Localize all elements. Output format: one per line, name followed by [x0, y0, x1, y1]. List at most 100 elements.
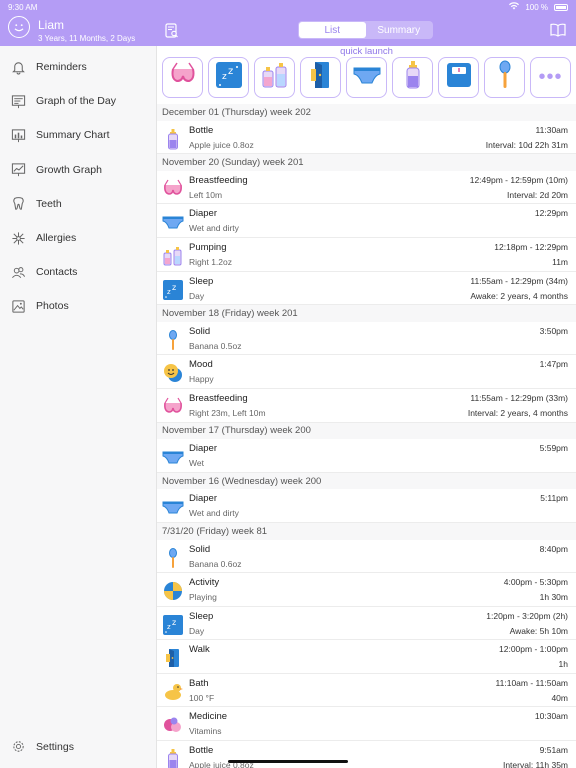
gear-icon: [10, 739, 26, 755]
entry-detail: 100 °F: [189, 692, 215, 703]
entry-title: Bottle: [189, 124, 214, 136]
entry-walk[interactable]: Walk 12:00pm - 1:00pm 1h: [157, 640, 576, 674]
entry-interval: Awake: 2 years, 4 months: [470, 290, 568, 301]
bottle-icon: [397, 59, 429, 96]
entry-diaper[interactable]: Diaper Wet and dirty 12:29pm: [157, 204, 576, 238]
entry-time: 11:30am: [535, 124, 568, 135]
entry-time: 11:55am - 12:29pm (33m): [470, 392, 568, 403]
entry-pumping[interactable]: Pumping Right 1.2oz 12:18pm - 12:29pm 11m: [157, 238, 576, 272]
entry-sleep[interactable]: z z Sleep Day 1:20pm - 3:20pm (2h) Awake: 5h …: [157, 607, 576, 641]
solid-icon: [489, 59, 521, 96]
bottle-icon: [162, 128, 184, 150]
main-panel: quick launch zz ••• December 01 (Thursda…: [157, 46, 576, 768]
sidebar-item-reminders[interactable]: Reminders: [0, 50, 156, 84]
more-icon: •••: [538, 66, 563, 88]
medicine-icon: [162, 714, 184, 736]
entry-title: Solid: [189, 325, 211, 337]
entry-title: Activity: [189, 577, 220, 589]
sidebar-item-graph-of-the-day[interactable]: Graph of the Day: [0, 84, 156, 118]
sidebar-item-teeth[interactable]: Teeth: [0, 187, 156, 221]
notes-search-icon[interactable]: [165, 23, 179, 39]
bath-icon: [162, 681, 184, 703]
sidebar-item-summary-chart[interactable]: Summary Chart: [0, 118, 156, 152]
entry-bottle[interactable]: Bottle Apple juice 0.8oz 9:51am Interval: 1…: [157, 741, 576, 768]
entry-interval: Interval: 11h 35m: [502, 760, 568, 768]
walk-icon: [305, 59, 337, 96]
book-icon[interactable]: [550, 23, 566, 37]
sidebar-item-settings[interactable]: Settings: [0, 730, 157, 764]
quick-diaper-button[interactable]: [346, 57, 387, 98]
quick-more-button[interactable]: •••: [530, 57, 571, 98]
entry-diaper[interactable]: Diaper Wet and dirty 5:11pm: [157, 489, 576, 523]
entry-mood[interactable]: Mood Happy 1:47pm: [157, 355, 576, 389]
growth-graph-icon: [10, 162, 26, 178]
entry-time: 4:00pm - 5:30pm: [503, 577, 568, 588]
quick-solid-button[interactable]: [484, 57, 525, 98]
entry-title: Bottle: [189, 745, 214, 757]
day-header: November 16 (Wednesday) week 200: [157, 472, 576, 490]
entry-detail: Banana 0.5oz: [189, 340, 242, 351]
breastfeeding-icon: [162, 178, 184, 200]
sidebar-item-label: Reminders: [36, 61, 87, 74]
entry-bottle[interactable]: Bottle Apple juice 0.8oz 11:30am Interval: …: [157, 121, 576, 155]
entry-diaper[interactable]: Diaper Wet 5:59pm: [157, 439, 576, 473]
activity-icon: [162, 580, 184, 602]
entry-title: Solid: [189, 543, 211, 555]
entry-time: 1:20pm - 3:20pm (2h): [486, 610, 568, 621]
entry-interval: Interval: 2 years, 4 months: [467, 407, 568, 418]
battery-percent: 100 %: [525, 2, 548, 12]
entry-detail: Day: [189, 290, 205, 301]
quick-scale-button[interactable]: [438, 57, 479, 98]
sidebar-item-allergies[interactable]: Allergies: [0, 221, 156, 255]
entry-sleep[interactable]: z z Sleep Day 11:55am - 12:29pm (34m) Awake: …: [157, 272, 576, 306]
breastfeeding-icon: [167, 59, 199, 96]
entry-bath[interactable]: Bath 100 °F 11:10am - 11:50am 40m: [157, 674, 576, 708]
entry-time: 8:40pm: [539, 543, 568, 554]
walk-icon: [162, 647, 184, 669]
entry-interval: Awake: 5h 10m: [509, 625, 568, 636]
breastfeeding-icon: [162, 396, 184, 418]
allergy-icon: [10, 230, 26, 246]
entry-breastfeeding[interactable]: Breastfeeding Left 10m 12:49pm - 12:59pm (…: [157, 171, 576, 205]
quick-launch-title: quick launch: [340, 46, 393, 57]
entry-time: 11:10am - 11:50am: [495, 677, 568, 688]
entry-interval: 11m: [552, 256, 568, 267]
sidebar-item-growth-graph[interactable]: Growth Graph: [0, 153, 156, 187]
quick-pumping-button[interactable]: [254, 57, 295, 98]
summary-chart-icon: [10, 127, 26, 143]
entry-solid[interactable]: Solid Banana 0.6oz 8:40pm: [157, 540, 576, 574]
svg-text:z: z: [228, 66, 233, 77]
solid-icon: [162, 329, 184, 351]
entry-time: 3:50pm: [539, 325, 568, 336]
entry-detail: Wet and dirty: [189, 223, 239, 234]
activity-feed: December 01 (Thursday) week 202 Bottle App…: [157, 104, 576, 768]
entry-title: Diaper: [189, 443, 217, 455]
child-avatar[interactable]: [8, 16, 30, 38]
entry-time: 12:00pm - 1:00pm: [499, 644, 568, 655]
quick-sleep-button[interactable]: zz: [208, 57, 249, 98]
scale-icon: [443, 59, 475, 96]
diaper-icon: [351, 59, 383, 96]
entry-time: 11:55am - 12:29pm (34m): [470, 275, 568, 286]
entry-title: Mood: [189, 359, 213, 371]
day-header: December 01 (Thursday) week 202: [157, 104, 576, 121]
quick-bottle-button[interactable]: [392, 57, 433, 98]
entry-breastfeeding[interactable]: Breastfeeding Right 23m, Left 10m 11:55am …: [157, 389, 576, 423]
entry-activity[interactable]: Activity Playing 4:00pm - 5:30pm 1h 30m: [157, 573, 576, 607]
sidebar-item-label: Summary Chart: [36, 129, 110, 142]
tab-summary[interactable]: Summary: [366, 22, 433, 38]
entry-title: Diaper: [189, 208, 217, 220]
entry-medicine[interactable]: Medicine Vitamins 10:30am: [157, 707, 576, 742]
quick-breastfeeding-button[interactable]: [162, 57, 203, 98]
sidebar-item-contacts[interactable]: Contacts: [0, 255, 156, 289]
tab-list[interactable]: List: [299, 22, 366, 38]
entry-detail: Day: [189, 625, 205, 636]
entry-solid[interactable]: Solid Banana 0.5oz 3:50pm: [157, 322, 576, 356]
entry-detail: Happy: [189, 374, 214, 385]
entry-interval: 1h: [558, 659, 568, 670]
sidebar-item-photos[interactable]: Photos: [0, 289, 156, 323]
diaper-icon: [162, 446, 184, 468]
child-name[interactable]: Liam: [38, 18, 64, 32]
sidebar-item-label: Contacts: [36, 266, 78, 279]
quick-walk-button[interactable]: [300, 57, 341, 98]
